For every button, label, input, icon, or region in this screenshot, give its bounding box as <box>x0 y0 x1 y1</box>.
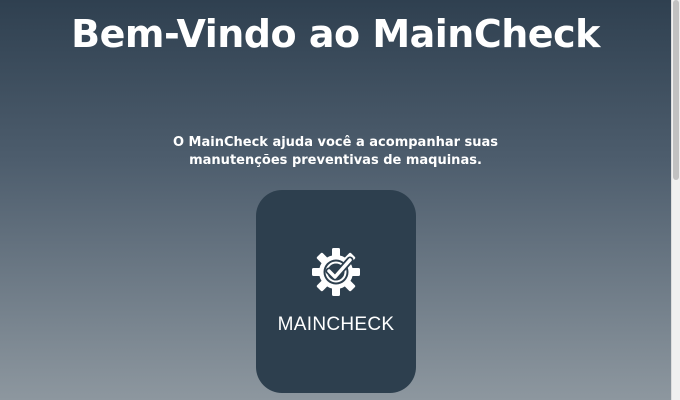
vertical-scrollbar[interactable] <box>671 0 680 400</box>
page-title: Bem-Vindo ao MainCheck <box>71 12 600 56</box>
page-subtitle: O MainCheck ajuda você a acompanhar suas… <box>172 135 499 168</box>
scrollbar-thumb[interactable] <box>673 0 679 180</box>
maincheck-logo: MAINCHECK <box>256 190 416 393</box>
gear-check-icon <box>312 248 360 296</box>
welcome-page: Bem-Vindo ao MainCheck O MainCheck ajuda… <box>0 0 671 400</box>
logo-text: MAINCHECK <box>277 314 395 335</box>
